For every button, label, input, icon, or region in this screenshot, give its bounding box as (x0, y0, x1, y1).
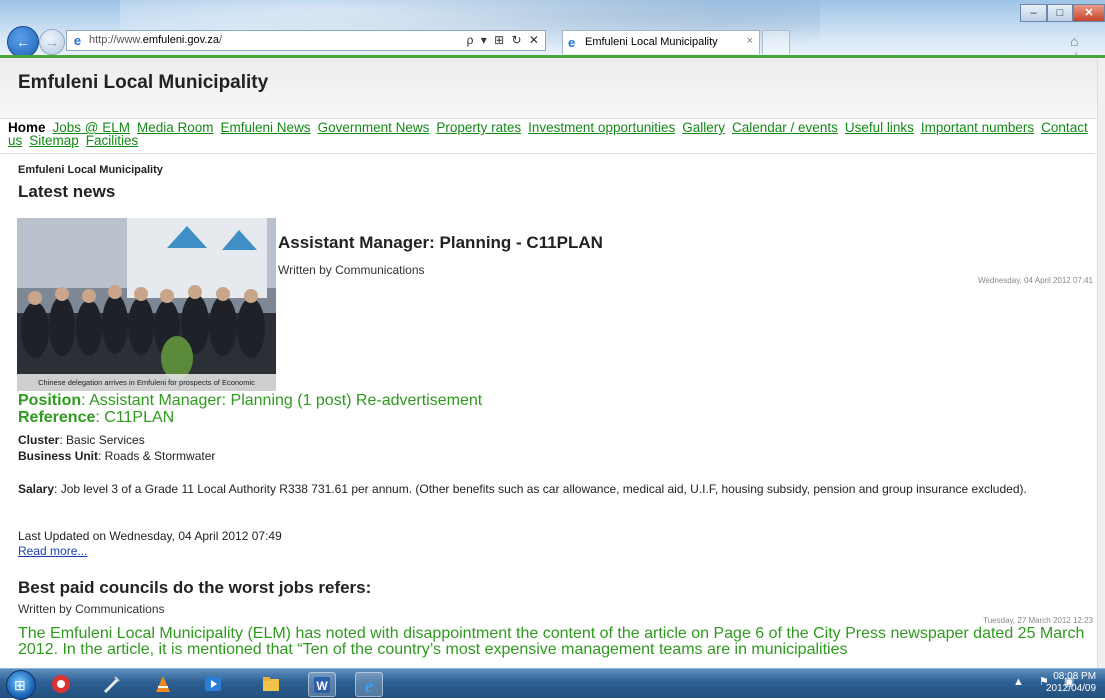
menu-link[interactable]: Investment opportunities (528, 120, 675, 135)
forward-button[interactable]: → (39, 29, 65, 55)
menu-link[interactable]: Important numbers (921, 120, 1034, 135)
scrollbar[interactable] (1097, 58, 1105, 668)
article2-body: The Emfuleni Local Municipality (ELM) ha… (18, 626, 1085, 658)
chrome-app-icon[interactable] (48, 672, 74, 695)
minimize-button[interactable]: – (1020, 4, 1047, 22)
word-app-icon[interactable]: W (308, 672, 336, 697)
menu-link[interactable]: Government News (318, 120, 430, 135)
browser-chrome: – □ ✕ ← → e http://www.emfuleni.gov.za/ … (0, 0, 1105, 82)
close-button[interactable]: ✕ (1073, 4, 1105, 22)
article-title[interactable]: Assistant Manager: Planning - C11PLAN (278, 233, 603, 253)
tab-ie-icon: e (568, 35, 576, 50)
maximize-button[interactable]: □ (1047, 4, 1073, 22)
article2-author: Written by Communications (18, 602, 165, 616)
photo-caption: Chinese delegation arrives in Emfuleni f… (17, 374, 276, 391)
site-title: Emfuleni Local Municipality (18, 72, 269, 93)
reference-line: Reference: C11PLAN (18, 409, 175, 426)
read-more-link[interactable]: Read more... (18, 544, 87, 558)
tool-app-icon[interactable] (98, 672, 124, 695)
back-arrow-icon: ← (16, 34, 30, 50)
menu-link[interactable]: Media Room (137, 120, 214, 135)
tab-title: Emfuleni Local Municipality (585, 36, 718, 48)
position-line: Position: Assistant Manager: Planning (1… (18, 392, 483, 409)
menu-divider (0, 153, 1095, 154)
forward-arrow-icon: → (45, 34, 59, 50)
main-menu: Home Jobs @ ELM Media Room Emfuleni News Gov… (8, 120, 1088, 148)
section-title: Latest news (18, 182, 116, 201)
start-button[interactable]: ⊞ (6, 670, 36, 700)
cluster-line: Cluster: Basic Services (18, 433, 145, 447)
menu-link[interactable]: Calendar / events (732, 120, 838, 135)
menu-link[interactable]: Sitemap (29, 133, 79, 148)
vlc-app-icon[interactable] (150, 672, 176, 695)
article2-title[interactable]: Best paid councils do the worst jobs ref… (18, 578, 371, 598)
new-tab-button[interactable] (762, 30, 790, 54)
clock-time: 08:08 PM (1053, 671, 1097, 682)
article-author: Written by Communications (278, 263, 425, 277)
menu-link[interactable]: Gallery (682, 120, 725, 135)
business-unit-line: Business Unit: Roads & Stormwater (18, 449, 216, 463)
news-photo[interactable]: Chinese delegation arrives in Emfuleni f… (17, 218, 276, 391)
svg-text:e: e (365, 676, 374, 695)
back-button[interactable]: ← (7, 26, 39, 58)
salary-paragraph: Salary: Job level 3 of a Grade 11 Local … (18, 482, 1027, 496)
article-date: Wednesday, 04 April 2012 07:41 (978, 276, 1093, 285)
address-bar[interactable]: e http://www.emfuleni.gov.za/ ρ ▾ ⊞ ↻ ✕ (66, 30, 546, 51)
folder-app-icon[interactable] (258, 672, 284, 695)
last-updated: Last Updated on Wednesday, 04 April 2012… (18, 529, 282, 543)
address-url[interactable]: http://www.emfuleni.gov.za/ (89, 34, 222, 46)
clock-date: 2012/04/09 (1046, 683, 1097, 694)
ie-favicon-icon: e (73, 33, 82, 48)
svg-text:W: W (316, 679, 328, 693)
menu-link[interactable]: Property rates (436, 120, 521, 135)
delegation-photo (17, 218, 276, 391)
taskbar: ⊞ W e ▲ ⚑ ▣ 08:08 PM 2012/04/09 (0, 668, 1105, 700)
menu-link[interactable]: Useful links (845, 120, 914, 135)
menu-link[interactable]: Facilities (86, 133, 139, 148)
ie-app-icon[interactable]: e (355, 672, 383, 697)
clock[interactable]: 08:08 PM 2012/04/09 (1046, 671, 1096, 695)
media-app-icon[interactable] (200, 672, 226, 695)
article2-date: Tuesday, 27 March 2012 12:23 (983, 616, 1093, 625)
address-tools[interactable]: ρ ▾ ⊞ ↻ ✕ (467, 33, 541, 47)
windows-logo-icon: ⊞ (14, 677, 26, 693)
tab-emfuleni[interactable]: e Emfuleni Local Municipality × (562, 30, 760, 54)
tab-close-icon[interactable]: × (747, 35, 753, 47)
site-header: Emfuleni Local Municipality (0, 58, 1105, 119)
menu-link[interactable]: Emfuleni News (221, 120, 311, 135)
breadcrumb: Emfuleni Local Municipality (18, 164, 163, 176)
